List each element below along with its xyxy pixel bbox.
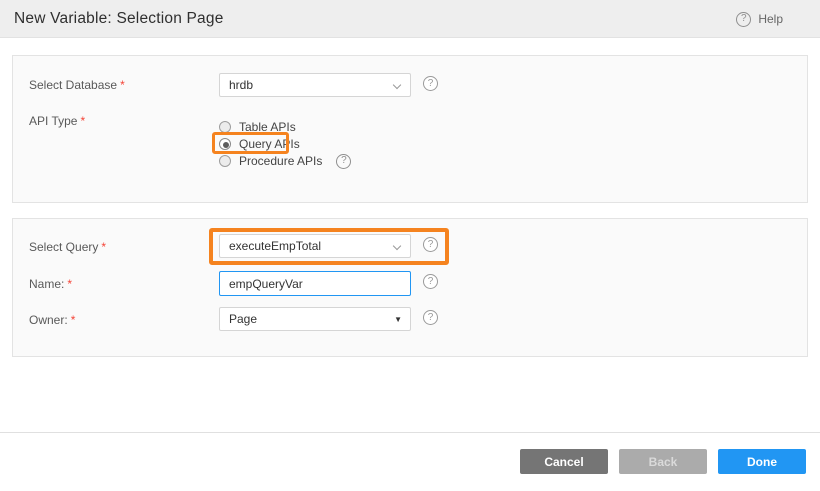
database-dropdown[interactable]: hrdb: [219, 73, 411, 97]
radio-label: Query APIs: [239, 137, 300, 151]
select-query-label: Select Query*: [29, 240, 106, 254]
help-link[interactable]: ? Help: [736, 0, 783, 38]
procedure-apis-help-icon[interactable]: ?: [336, 154, 351, 169]
name-input[interactable]: [219, 271, 411, 296]
radio-option-0[interactable]: Table APIs: [219, 119, 296, 135]
back-button[interactable]: Back: [619, 449, 707, 474]
radio-icon: [219, 121, 231, 133]
radio-icon: [219, 138, 231, 150]
required-marker: *: [101, 240, 106, 254]
api-type-label: API Type*: [29, 114, 85, 128]
radio-option-2[interactable]: Procedure APIs ?: [219, 153, 351, 169]
chevron-down-icon: [393, 81, 401, 89]
name-label: Name:*: [29, 277, 72, 291]
select-database-label: Select Database*: [29, 78, 125, 92]
radio-icon: [219, 155, 231, 167]
database-help-icon[interactable]: ?: [423, 76, 438, 91]
owner-select-value: Page: [229, 312, 257, 326]
owner-label: Owner:*: [29, 313, 75, 327]
radio-label: Table APIs: [239, 120, 296, 134]
help-label: Help: [758, 12, 783, 26]
query-help-icon[interactable]: ?: [423, 237, 438, 252]
owner-help-icon[interactable]: ?: [423, 310, 438, 325]
required-marker: *: [71, 313, 76, 327]
required-marker: *: [120, 78, 125, 92]
footer-divider: [0, 432, 820, 433]
database-dropdown-value: hrdb: [229, 78, 253, 92]
required-marker: *: [80, 114, 85, 128]
query-dropdown-value: executeEmpTotal: [229, 239, 321, 253]
page-title: New Variable: Selection Page: [14, 0, 224, 38]
name-help-icon[interactable]: ?: [423, 274, 438, 289]
dropdown-arrow-icon: ▼: [394, 316, 402, 324]
dialog-header: New Variable: Selection Page ? Help: [0, 0, 820, 38]
query-dropdown[interactable]: executeEmpTotal: [219, 234, 411, 258]
chevron-down-icon: [393, 242, 401, 250]
help-icon: ?: [736, 12, 751, 27]
done-button[interactable]: Done: [718, 449, 806, 474]
owner-select[interactable]: Page ▼: [219, 307, 411, 331]
database-section: Select Database* hrdb ? API Type* Table …: [12, 55, 808, 203]
required-marker: *: [67, 277, 72, 291]
cancel-button[interactable]: Cancel: [520, 449, 608, 474]
query-section: Select Query* executeEmpTotal ? Name:* ?…: [12, 218, 808, 357]
radio-label: Procedure APIs: [239, 154, 322, 168]
radio-option-1[interactable]: Query APIs: [219, 136, 300, 152]
